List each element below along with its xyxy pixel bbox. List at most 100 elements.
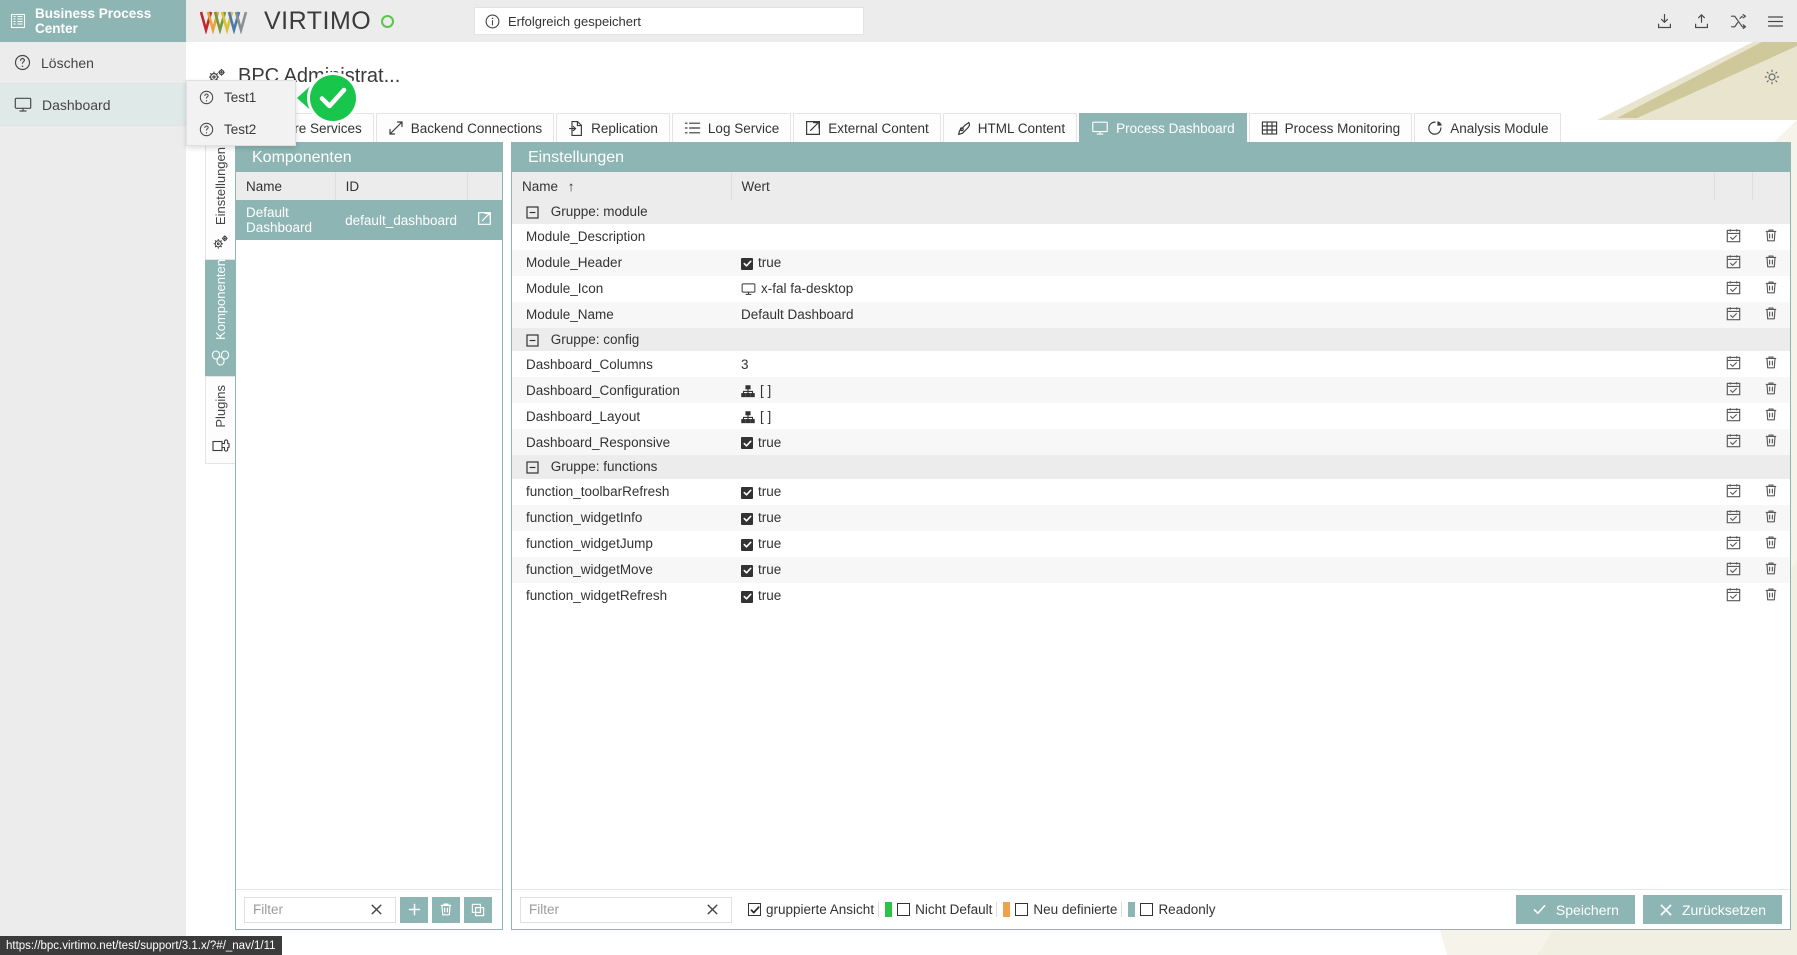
table-row[interactable]: function_widgetMove true bbox=[512, 557, 1790, 583]
row-delete-action[interactable] bbox=[1752, 224, 1790, 250]
calendar-check-icon[interactable] bbox=[1726, 407, 1741, 422]
row-delete-action[interactable] bbox=[1752, 557, 1790, 583]
row-delete-action[interactable] bbox=[1752, 276, 1790, 302]
shuffle-icon[interactable] bbox=[1729, 12, 1748, 31]
table-row[interactable]: Dashboard_Responsive true bbox=[512, 429, 1790, 455]
dropdown-item-test2[interactable]: Test2 bbox=[187, 113, 295, 145]
trash-icon[interactable] bbox=[1764, 355, 1778, 370]
checkbox-checked-icon[interactable] bbox=[741, 539, 753, 551]
table-row[interactable]: function_toolbarRefresh true bbox=[512, 479, 1790, 505]
checkbox-unchecked-icon[interactable] bbox=[1140, 903, 1153, 916]
close-icon[interactable] bbox=[363, 903, 390, 916]
table-row[interactable]: Module_Description bbox=[512, 224, 1790, 250]
trash-icon[interactable] bbox=[1764, 535, 1778, 550]
trash-icon[interactable] bbox=[1764, 254, 1778, 269]
legend-item-gruppierte-ansicht[interactable]: gruppierte Ansicht bbox=[742, 902, 874, 917]
group-row-config[interactable]: Gruppe: config bbox=[512, 328, 1790, 352]
minus-square-icon[interactable] bbox=[526, 206, 539, 219]
checkbox-checked-icon[interactable] bbox=[741, 437, 753, 449]
table-row[interactable]: Default Dashboard default_dashboard bbox=[236, 200, 502, 240]
calendar-check-icon[interactable] bbox=[1726, 254, 1741, 269]
checkbox-checked-icon[interactable] bbox=[748, 903, 761, 916]
table-row[interactable]: Dashboard_Layout [ ] bbox=[512, 403, 1790, 429]
row-delete-action[interactable] bbox=[1752, 351, 1790, 377]
sidebar-item-loeschen[interactable]: Löschen bbox=[0, 42, 186, 84]
hamburger-menu-icon[interactable] bbox=[1766, 12, 1785, 31]
row-edit-action[interactable] bbox=[1714, 351, 1752, 377]
checkbox-unchecked-icon[interactable] bbox=[897, 903, 910, 916]
row-delete-action[interactable] bbox=[1752, 377, 1790, 403]
setting-value[interactable]: true bbox=[731, 479, 1714, 505]
vtab-komponenten[interactable]: Komponenten bbox=[205, 260, 235, 376]
setting-value[interactable]: true bbox=[731, 583, 1714, 609]
row-edit-action[interactable] bbox=[1714, 302, 1752, 328]
row-edit-action[interactable] bbox=[1714, 583, 1752, 609]
calendar-check-icon[interactable] bbox=[1726, 228, 1741, 243]
download-import-icon[interactable] bbox=[1655, 12, 1674, 31]
row-edit-action[interactable] bbox=[1714, 429, 1752, 455]
komponenten-filter-box[interactable] bbox=[244, 897, 396, 923]
trash-icon[interactable] bbox=[1764, 228, 1778, 243]
tab-process-monitoring[interactable]: Process Monitoring bbox=[1249, 113, 1413, 142]
setting-value[interactable]: true bbox=[731, 557, 1714, 583]
einstellungen-filter-box[interactable] bbox=[520, 897, 732, 923]
trash-icon[interactable] bbox=[1764, 433, 1778, 448]
context-dropdown-menu[interactable]: Test1 Test2 bbox=[186, 80, 296, 146]
checkbox-checked-icon[interactable] bbox=[741, 565, 753, 577]
add-komponente-button[interactable] bbox=[400, 897, 428, 923]
calendar-check-icon[interactable] bbox=[1726, 561, 1741, 576]
setting-value[interactable]: true bbox=[731, 531, 1714, 557]
table-row[interactable]: Dashboard_Columns 3 bbox=[512, 351, 1790, 377]
trash-icon[interactable] bbox=[1764, 306, 1778, 321]
reset-button[interactable]: Zurücksetzen bbox=[1643, 895, 1782, 924]
setting-value[interactable]: true bbox=[731, 429, 1714, 455]
tab-external-content[interactable]: External Content bbox=[793, 113, 941, 142]
copy-komponente-button[interactable] bbox=[464, 897, 492, 923]
calendar-check-icon[interactable] bbox=[1726, 509, 1741, 524]
table-row[interactable]: function_widgetJump true bbox=[512, 531, 1790, 557]
trash-icon[interactable] bbox=[1764, 381, 1778, 396]
row-delete-action[interactable] bbox=[1752, 479, 1790, 505]
vtab-plugins[interactable]: Plugins bbox=[205, 376, 235, 464]
setting-value[interactable]: x-fal fa-desktop bbox=[731, 276, 1714, 302]
legend-item-nicht-default[interactable]: Nicht Default bbox=[878, 902, 992, 917]
upload-export-icon[interactable] bbox=[1692, 12, 1711, 31]
row-edit-action[interactable] bbox=[1714, 276, 1752, 302]
row-edit-action[interactable] bbox=[1714, 505, 1752, 531]
save-button[interactable]: Speichern bbox=[1516, 895, 1635, 924]
tab-log-service[interactable]: Log Service bbox=[672, 113, 791, 142]
dropdown-item-test1[interactable]: Test1 bbox=[187, 81, 295, 113]
checkbox-checked-icon[interactable] bbox=[741, 591, 753, 603]
trash-icon[interactable] bbox=[1764, 280, 1778, 295]
calendar-check-icon[interactable] bbox=[1726, 535, 1741, 550]
row-delete-action[interactable] bbox=[1752, 250, 1790, 276]
trash-icon[interactable] bbox=[1764, 509, 1778, 524]
table-row[interactable]: Module_Icon x-fal fa-desktop bbox=[512, 276, 1790, 302]
row-delete-action[interactable] bbox=[1752, 505, 1790, 531]
sidebar-item-dashboard[interactable]: Dashboard bbox=[0, 84, 186, 126]
komponenten-row-open-action[interactable] bbox=[467, 200, 502, 240]
calendar-check-icon[interactable] bbox=[1726, 483, 1741, 498]
tab-backend-connections[interactable]: Backend Connections bbox=[376, 113, 554, 142]
row-delete-action[interactable] bbox=[1752, 403, 1790, 429]
checkbox-unchecked-icon[interactable] bbox=[1015, 903, 1028, 916]
trash-icon[interactable] bbox=[1764, 561, 1778, 576]
column-header-name[interactable]: Name ↑ bbox=[512, 172, 731, 200]
calendar-check-icon[interactable] bbox=[1726, 433, 1741, 448]
tab-process-dashboard[interactable]: Process Dashboard bbox=[1079, 113, 1247, 142]
column-header-wert[interactable]: Wert bbox=[731, 172, 1714, 200]
setting-value[interactable]: Default Dashboard bbox=[731, 302, 1714, 328]
tab-html-content[interactable]: HTML Content bbox=[943, 113, 1077, 142]
row-delete-action[interactable] bbox=[1752, 531, 1790, 557]
row-delete-action[interactable] bbox=[1752, 429, 1790, 455]
tab-replication[interactable]: Replication bbox=[556, 113, 670, 142]
row-edit-action[interactable] bbox=[1714, 557, 1752, 583]
calendar-check-icon[interactable] bbox=[1726, 355, 1741, 370]
calendar-check-icon[interactable] bbox=[1726, 306, 1741, 321]
trash-icon[interactable] bbox=[1764, 407, 1778, 422]
calendar-check-icon[interactable] bbox=[1726, 381, 1741, 396]
column-header-name[interactable]: Name bbox=[236, 172, 335, 200]
row-edit-action[interactable] bbox=[1714, 224, 1752, 250]
setting-value[interactable]: 3 bbox=[731, 351, 1714, 377]
settings-gear-icon[interactable] bbox=[1763, 68, 1781, 86]
